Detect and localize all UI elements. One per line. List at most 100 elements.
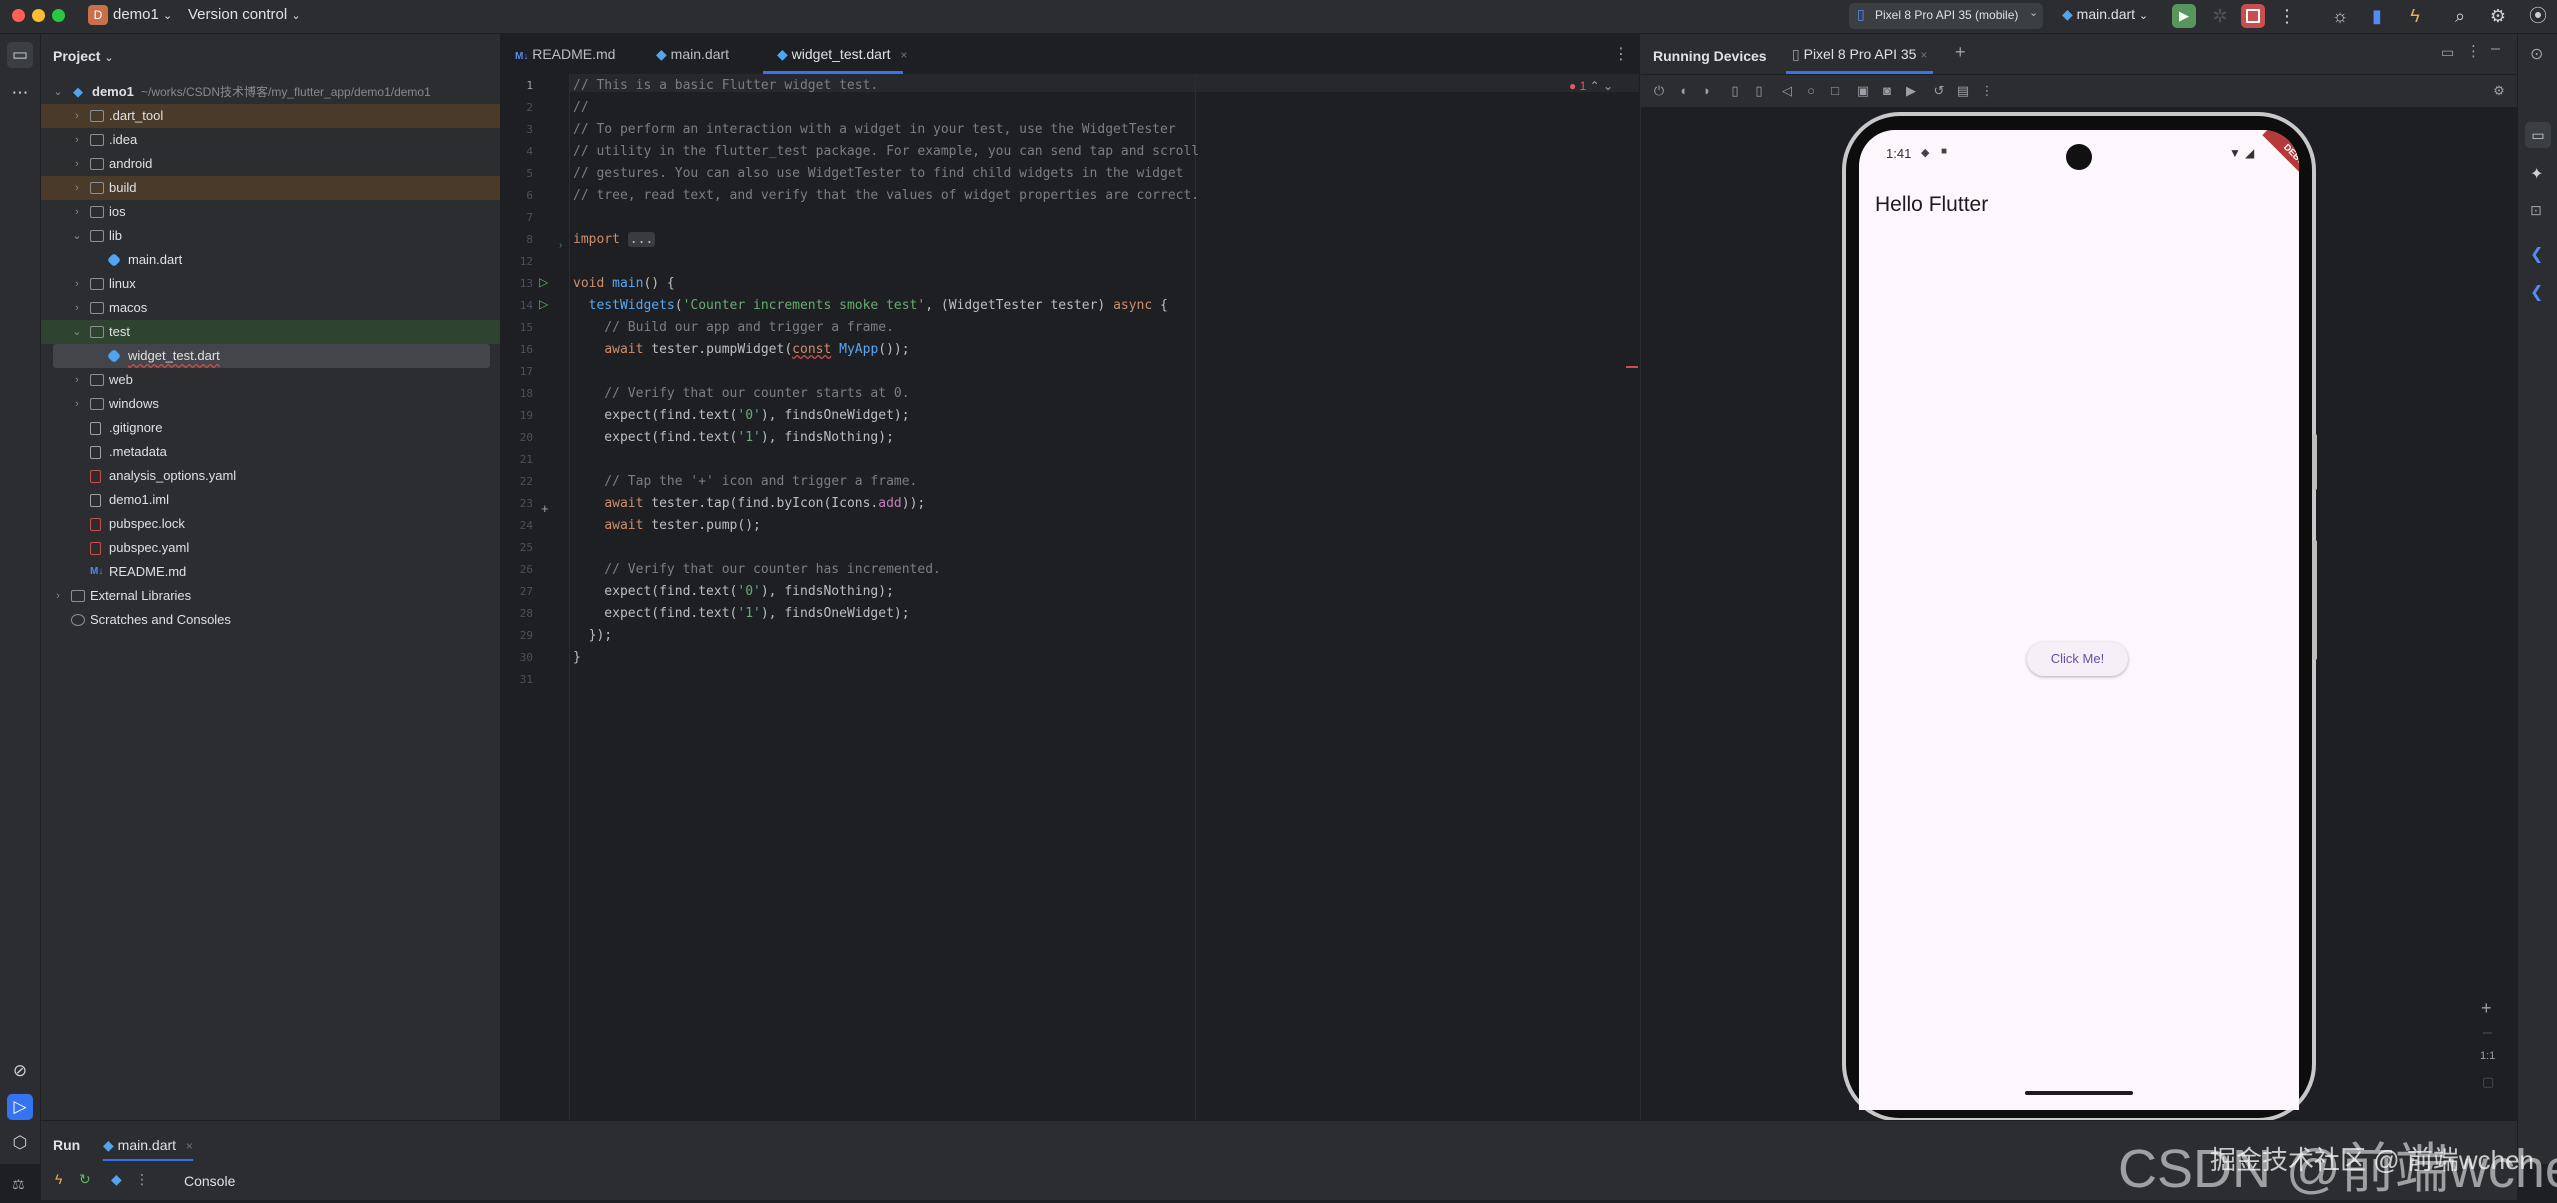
- phone-screen[interactable]: 1:41 ◆ ■ ▼ ◢ DEBUG Hello Flutter Click M…: [1859, 130, 2299, 1080]
- tree-item[interactable]: › android: [41, 152, 500, 176]
- more-icon[interactable]: ⋮: [1979, 83, 1995, 99]
- screen-record-icon[interactable]: ▶: [1903, 83, 1919, 99]
- chevron-right-icon[interactable]: ›: [70, 272, 84, 296]
- tree-item[interactable]: › windows: [41, 392, 500, 416]
- tree-item[interactable]: ⌄ test: [41, 320, 500, 344]
- tree-item[interactable]: .metadata: [41, 440, 500, 464]
- chevron-right-icon[interactable]: ›: [70, 296, 84, 320]
- more-tools-icon[interactable]: ⋯: [7, 80, 33, 106]
- chevron-right-icon[interactable]: ›: [70, 104, 84, 128]
- terminal-icon[interactable]: ⚖: [12, 1176, 25, 1193]
- chevron-down-icon[interactable]: ⌄: [70, 224, 84, 248]
- screenshot-icon[interactable]: ◙: [1879, 83, 1895, 99]
- chevron-right-icon[interactable]: ›: [70, 368, 84, 392]
- tree-item[interactable]: Scratches and Consoles: [41, 608, 500, 632]
- chevron-right-icon[interactable]: ›: [70, 128, 84, 152]
- tab-widget-test[interactable]: ◆ widget_test.dart ×: [763, 34, 907, 74]
- tree-item[interactable]: widget_test.dart: [53, 344, 490, 368]
- click-me-button[interactable]: Click Me!: [2027, 642, 2128, 676]
- tree-item[interactable]: › macos: [41, 296, 500, 320]
- device-selector[interactable]: ▯ Pixel 8 Pro API 35 (mobile) ⌄: [1849, 3, 2043, 29]
- device-frame-icon[interactable]: ▣: [1855, 83, 1871, 99]
- zoom-fit-icon[interactable]: ▢: [2482, 1074, 2494, 1090]
- code-line-import[interactable]: import ...: [573, 231, 656, 249]
- tree-item[interactable]: ⌄ lib: [41, 224, 500, 248]
- device-mirror-icon[interactable]: ▮: [2367, 6, 2387, 26]
- more-run-actions-icon[interactable]: ⋮: [135, 1171, 149, 1188]
- tab-readme[interactable]: M↓ README.md: [515, 34, 615, 74]
- more-actions-icon[interactable]: ⋮: [2277, 6, 2297, 26]
- tree-root[interactable]: ⌄ ◆ demo1 ~/works/CSDN技术博客/my_flutter_ap…: [41, 80, 500, 104]
- chevron-right-icon[interactable]: ›: [70, 200, 84, 224]
- run-tool-icon[interactable]: ▷: [7, 1094, 33, 1120]
- tab-options-icon[interactable]: ⋮: [1613, 44, 1629, 64]
- tree-item[interactable]: › .dart_tool: [41, 104, 500, 128]
- back-icon[interactable]: ◁: [1779, 83, 1795, 99]
- rotate-right-icon[interactable]: ▯: [1751, 83, 1767, 99]
- minimize-window-button[interactable]: [32, 9, 45, 22]
- chevron-right-icon[interactable]: ›: [70, 392, 84, 416]
- tree-item[interactable]: › web: [41, 368, 500, 392]
- device-settings-icon[interactable]: ⚙: [2491, 83, 2507, 99]
- add-device-icon[interactable]: +: [1955, 42, 1966, 63]
- flutter-inspector-icon[interactable]: ⊘: [7, 1058, 33, 1084]
- layout-icon[interactable]: ▭: [2441, 44, 2454, 61]
- close-tab-icon[interactable]: ×: [186, 1139, 193, 1153]
- close-tab-icon[interactable]: ×: [1920, 48, 1927, 62]
- close-tab-icon[interactable]: ×: [900, 48, 907, 62]
- tree-item[interactable]: .gitignore: [41, 416, 500, 440]
- settings-icon[interactable]: ⚙: [2488, 6, 2508, 26]
- chevron-right-icon[interactable]: ›: [70, 152, 84, 176]
- code-editor[interactable]: // This is a basic Flutter widget test. …: [570, 74, 1639, 1120]
- tree-item[interactable]: pubspec.lock: [41, 512, 500, 536]
- run-main-icon[interactable]: ▷: [539, 275, 548, 289]
- overview-icon[interactable]: □: [1827, 83, 1843, 99]
- console-tab[interactable]: Console: [184, 1173, 235, 1189]
- volume-down-icon[interactable]: ◗: [1699, 83, 1715, 99]
- tree-item[interactable]: main.dart: [41, 248, 500, 272]
- tree-item[interactable]: › linux: [41, 272, 500, 296]
- error-stripe-mark[interactable]: [1626, 366, 1638, 368]
- tab-device[interactable]: ▯ Pixel 8 Pro API 35 ×: [1786, 34, 1934, 74]
- account-icon[interactable]: ⦿: [2528, 6, 2548, 26]
- run-button[interactable]: ▶: [2172, 4, 2196, 28]
- extended-controls-icon[interactable]: ▤: [1955, 83, 1971, 99]
- hot-reload-icon[interactable]: ϟ: [55, 1171, 62, 1187]
- project-tool-icon[interactable]: ▭: [7, 42, 33, 68]
- tree-item[interactable]: demo1.iml: [41, 488, 500, 512]
- power-icon[interactable]: ⏻: [1651, 83, 1667, 99]
- hot-restart-icon[interactable]: ↻: [79, 1171, 91, 1188]
- tree-item[interactable]: › External Libraries: [41, 584, 500, 608]
- rotate-left-icon[interactable]: ▯: [1727, 83, 1743, 99]
- panel-options-icon[interactable]: ⋮: [2466, 42, 2481, 60]
- hot-reload-icon[interactable]: ϟ: [2405, 6, 2425, 26]
- chevron-right-icon[interactable]: ›: [51, 584, 65, 608]
- zoom-out-icon[interactable]: –: [2483, 1024, 2492, 1042]
- services-icon[interactable]: ⬡: [7, 1130, 33, 1156]
- tree-item[interactable]: pubspec.yaml: [41, 536, 500, 560]
- chevron-down-icon[interactable]: ⌄: [70, 320, 84, 344]
- flutter-outline-icon[interactable]: ❮: [2530, 244, 2543, 264]
- error-indicator[interactable]: ● 1 ⌃ ⌄: [1569, 79, 1613, 93]
- tree-item[interactable]: analysis_options.yaml: [41, 464, 500, 488]
- vcs-menu[interactable]: Version control ⌄: [188, 6, 301, 23]
- project-switcher[interactable]: demo1 ⌄: [113, 6, 172, 23]
- layout-inspector-icon[interactable]: ⊡: [2530, 202, 2542, 219]
- devtools-icon[interactable]: ◆: [111, 1171, 122, 1188]
- volume-up-icon[interactable]: ◖: [1675, 83, 1691, 99]
- flutter-performance-icon[interactable]: ❮: [2530, 282, 2543, 302]
- tab-main-dart[interactable]: ◆ main.dart: [656, 34, 729, 74]
- tree-item[interactable]: › ios: [41, 200, 500, 224]
- running-devices-tool-icon[interactable]: ▭: [2525, 122, 2551, 148]
- project-panel-title[interactable]: Project ⌄: [53, 48, 114, 64]
- tree-item[interactable]: › build: [41, 176, 500, 200]
- bug-icon[interactable]: ☼: [2330, 6, 2350, 26]
- stop-button[interactable]: [2241, 4, 2265, 28]
- snapshot-icon[interactable]: ↺: [1931, 83, 1947, 99]
- chevron-right-icon[interactable]: ›: [70, 176, 84, 200]
- run-test-icon[interactable]: ▷: [539, 297, 548, 311]
- zoom-in-icon[interactable]: +: [2481, 998, 2492, 1019]
- hide-panel-icon[interactable]: –: [2491, 40, 2500, 58]
- search-icon[interactable]: ⌕: [2450, 6, 2470, 26]
- zoom-actual-size[interactable]: 1:1: [2480, 1050, 2495, 1062]
